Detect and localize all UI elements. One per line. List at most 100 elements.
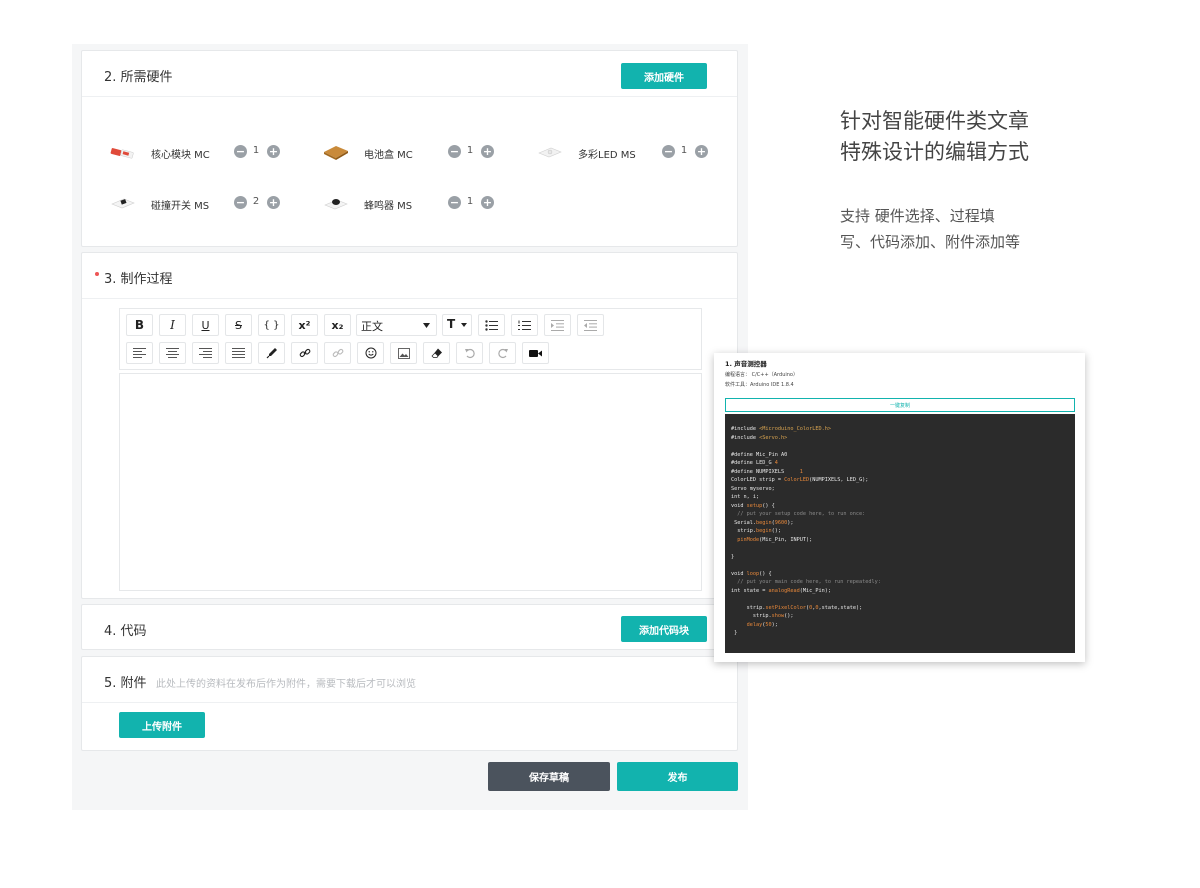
code-inline-button[interactable]: { } [258, 314, 285, 336]
italic-button[interactable]: I [159, 314, 186, 336]
increment-button[interactable]: + [267, 145, 280, 158]
emoji-button[interactable] [357, 342, 384, 364]
subscript-button[interactable]: x₂ [324, 314, 351, 336]
align-center-icon [166, 348, 179, 358]
feature-title-line-1: 针对智能硬件类文章 [840, 109, 1029, 133]
align-right-button[interactable] [192, 342, 219, 364]
increment-button[interactable]: + [481, 196, 494, 209]
save-draft-button[interactable]: 保存草稿 [488, 762, 610, 791]
format-select[interactable]: 正文 [356, 314, 437, 336]
editor-toolbar: B I U S { } x² x₂ 正文 T [119, 308, 702, 370]
align-right-icon [199, 348, 212, 358]
font-size-select[interactable]: T [442, 314, 472, 336]
indent-button[interactable] [544, 314, 571, 336]
code-line: } [731, 553, 735, 560]
align-left-button[interactable] [126, 342, 153, 364]
video-button[interactable] [522, 342, 549, 364]
hardware-section-header: 2. 所需硬件 添加硬件 [82, 51, 737, 97]
hardware-name: 核心模块 MC [151, 150, 210, 161]
led-module-icon [538, 147, 562, 158]
publish-button[interactable]: 发布 [617, 762, 738, 791]
hardware-count: 1 [466, 196, 474, 207]
bullet-list-button[interactable] [478, 314, 505, 336]
eraser-icon [431, 348, 442, 358]
hardware-count: 1 [466, 145, 474, 156]
image-icon [397, 347, 410, 359]
code-line: Serial.begin(9600); [731, 519, 794, 526]
increment-button[interactable]: + [267, 196, 280, 209]
code-line: pinMode(Mic_Pin, INPUT); [737, 536, 813, 543]
strikethrough-button[interactable]: S [225, 314, 252, 336]
hardware-item-buzzer: 蜂鸣器 MS − 1 + [322, 188, 522, 218]
decrement-button[interactable]: − [234, 196, 247, 209]
superscript-button[interactable]: x² [291, 314, 318, 336]
justify-button[interactable] [225, 342, 252, 364]
smiley-icon [365, 347, 376, 359]
hardware-count: 2 [252, 196, 260, 207]
feature-description-line-1: 支持 硬件选择、过程填 [840, 207, 995, 225]
increment-button[interactable]: + [481, 145, 494, 158]
hardware-item-led: 多彩LED MS − 1 + [536, 137, 736, 167]
code-line: #include <Microduino_ColorLED.h> [731, 426, 831, 432]
code-preview-tool: 软件工具：Arduino IDE 1.8.4 [725, 382, 794, 388]
editor-content-area[interactable] [119, 373, 702, 591]
video-camera-icon [529, 349, 542, 357]
outdent-button[interactable] [577, 314, 604, 336]
link-button[interactable] [291, 342, 318, 364]
code-line: Servo myservo; [731, 485, 775, 492]
add-code-block-button[interactable]: 添加代码块 [621, 616, 707, 642]
numbered-list-button[interactable] [511, 314, 538, 336]
code-preview-title: 1. 声音测控器 [725, 360, 767, 368]
align-left-icon [133, 348, 146, 358]
code-section-title: 4. 代码 [104, 624, 147, 639]
feature-title-line-2: 特殊设计的编辑方式 [840, 140, 1029, 164]
hardware-count: 1 [680, 145, 688, 156]
code-line: // put your setup code here, to run once… [731, 511, 866, 517]
hardware-section: 2. 所需硬件 添加硬件 核心模块 MC − 1 + 电池盒 MC − 1 + … [81, 50, 738, 247]
hardware-count: 1 [252, 145, 260, 156]
image-button[interactable] [390, 342, 417, 364]
copy-code-button[interactable]: 一键复制 [725, 398, 1075, 412]
hardware-section-title: 2. 所需硬件 [104, 70, 173, 85]
decrement-button[interactable]: − [662, 145, 675, 158]
process-section-title: 3. 制作过程 [104, 272, 173, 287]
unlink-icon [332, 348, 343, 358]
unlink-button[interactable] [324, 342, 351, 364]
add-hardware-button[interactable]: 添加硬件 [621, 63, 707, 89]
bullet-list-icon [485, 319, 498, 331]
redo-button[interactable] [489, 342, 516, 364]
code-line: strip.setPixelColor(0,0,state,state); [731, 604, 863, 611]
crash-switch-icon [111, 198, 135, 209]
undo-button[interactable] [456, 342, 483, 364]
process-section: 3. 制作过程 B I U S { } x² x₂ 正文 T [81, 252, 738, 599]
bold-button[interactable]: B [126, 314, 153, 336]
color-picker-button[interactable] [258, 342, 285, 364]
hardware-name: 多彩LED MS [578, 150, 636, 161]
attachments-section-header: 5. 附件 此处上传的资料在发布后作为附件，需要下载后才可以浏览 [82, 657, 737, 703]
decrement-button[interactable]: − [448, 145, 461, 158]
process-section-header: 3. 制作过程 [82, 253, 737, 299]
decrement-button[interactable]: − [448, 196, 461, 209]
feature-description: 支持 硬件选择、过程填 写、代码添加、附件添加等 [840, 203, 1020, 255]
hardware-item-battery-box: 电池盒 MC − 1 + [322, 137, 522, 167]
increment-button[interactable]: + [695, 145, 708, 158]
code-block: #include <Microduino_ColorLED.h> #include… [725, 414, 1075, 653]
code-line: #define NUMPIXELS 1 [731, 468, 803, 475]
upload-attachment-button[interactable]: 上传附件 [119, 712, 205, 738]
decrement-button[interactable]: − [234, 145, 247, 158]
format-select-value: 正文 [361, 320, 383, 333]
underline-button[interactable]: U [192, 314, 219, 336]
code-preview-card: 1. 声音测控器 编程语言： C/C++（Arduino） 软件工具：Ardui… [714, 353, 1085, 662]
code-line: delay(50); [746, 621, 778, 628]
attachments-note: 此处上传的资料在发布后作为附件，需要下载后才可以浏览 [156, 679, 416, 690]
code-line: strip.begin(); [731, 528, 781, 534]
align-center-button[interactable] [159, 342, 186, 364]
clear-format-button[interactable] [423, 342, 450, 364]
code-line: int n, i; [731, 494, 760, 500]
indent-icon [551, 319, 564, 331]
editor-panel: 2. 所需硬件 添加硬件 核心模块 MC − 1 + 电池盒 MC − 1 + … [72, 44, 748, 810]
code-line: void setup() { [731, 502, 775, 509]
